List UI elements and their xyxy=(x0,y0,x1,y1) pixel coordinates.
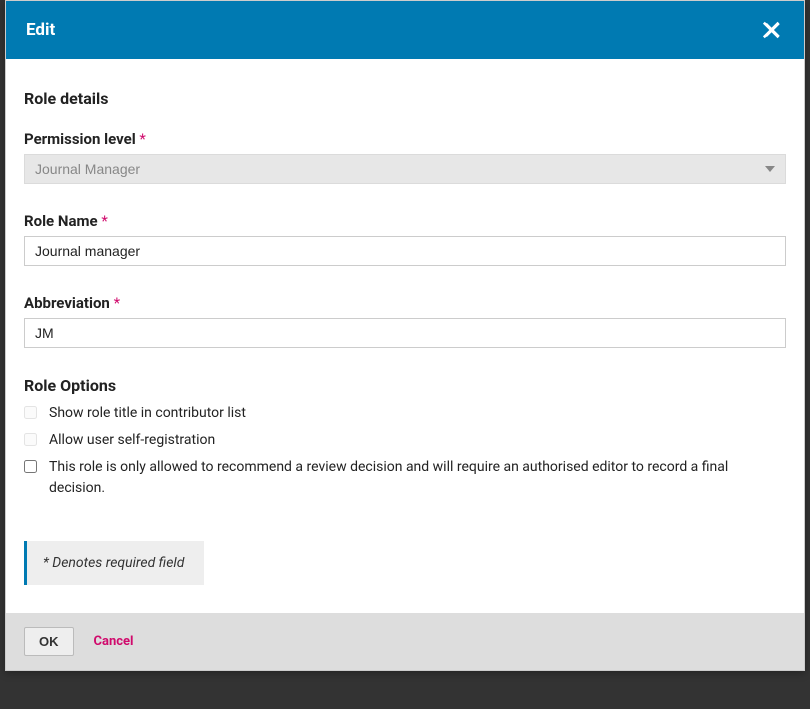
ok-button[interactable]: OK xyxy=(24,627,74,656)
cancel-link[interactable]: Cancel xyxy=(94,634,134,649)
modal-body: Role details Permission level * Journal … xyxy=(6,59,804,613)
edit-modal: Edit Role details Permission level * Jou… xyxy=(5,0,805,671)
checkbox-label-recommend-only: This role is only allowed to recommend a… xyxy=(49,457,786,499)
section-title: Role details xyxy=(24,89,786,108)
checkbox-show-title[interactable] xyxy=(24,406,37,419)
required-star: * xyxy=(101,212,107,230)
role-options-section: Role Options Show role title in contribu… xyxy=(24,376,786,499)
required-star: * xyxy=(139,130,145,148)
modal-footer: OK Cancel xyxy=(6,613,804,670)
abbreviation-label-text: Abbreviation xyxy=(24,294,110,312)
modal-header: Edit xyxy=(6,1,804,59)
required-note: * Denotes required field xyxy=(24,541,204,585)
checkbox-row-show-title: Show role title in contributor list xyxy=(24,403,786,424)
role-name-input[interactable] xyxy=(24,236,786,266)
checkbox-row-recommend-only: This role is only allowed to recommend a… xyxy=(24,457,786,499)
modal-title: Edit xyxy=(26,20,55,40)
checkbox-self-registration[interactable] xyxy=(24,433,37,446)
permission-level-label-text: Permission level xyxy=(24,130,136,148)
abbreviation-group: Abbreviation * xyxy=(24,294,786,348)
permission-level-group: Permission level * Journal Manager xyxy=(24,130,786,184)
role-name-label-text: Role Name xyxy=(24,212,98,230)
abbreviation-label: Abbreviation * xyxy=(24,294,786,312)
role-options-title: Role Options xyxy=(24,376,786,395)
abbreviation-input[interactable] xyxy=(24,318,786,348)
permission-level-select[interactable]: Journal Manager xyxy=(24,154,786,184)
checkbox-recommend-only[interactable] xyxy=(24,460,37,473)
permission-level-label: Permission level * xyxy=(24,130,786,148)
close-icon[interactable] xyxy=(762,19,784,41)
required-star: * xyxy=(114,294,120,312)
role-name-label: Role Name * xyxy=(24,212,786,230)
role-name-group: Role Name * xyxy=(24,212,786,266)
checkbox-row-self-registration: Allow user self-registration xyxy=(24,430,786,451)
checkbox-label-show-title: Show role title in contributor list xyxy=(49,403,786,424)
checkbox-label-self-registration: Allow user self-registration xyxy=(49,430,786,451)
